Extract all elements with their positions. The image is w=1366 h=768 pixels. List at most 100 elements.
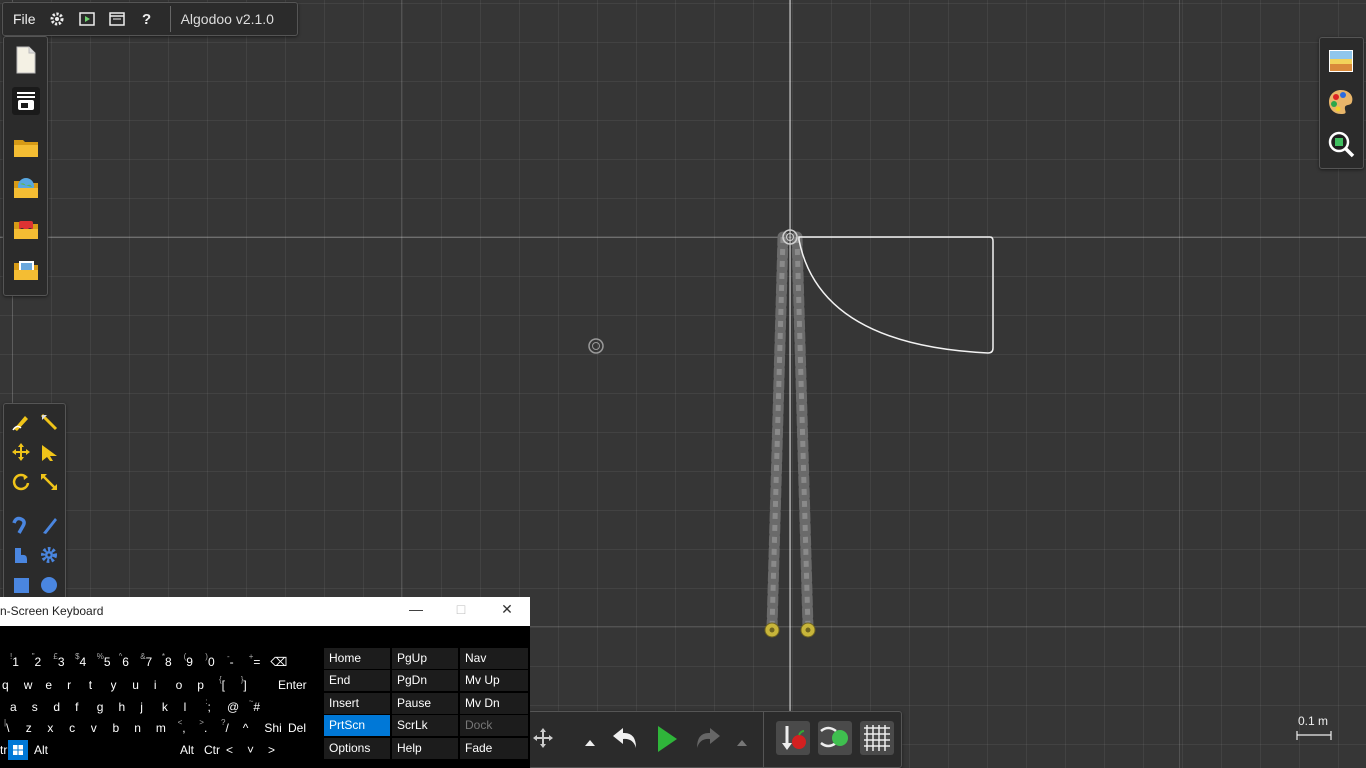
drag-tool-icon[interactable]: [39, 442, 59, 462]
osk-key[interactable]: ˅: [247, 740, 267, 760]
redo-icon[interactable]: [694, 724, 722, 752]
osk-key[interactable]: r: [67, 675, 88, 695]
rope-right[interactable]: [791, 231, 814, 634]
osk-key[interactable]: m: [155, 718, 176, 738]
osk-key[interactable]: +=: [248, 652, 269, 672]
osk-key[interactable]: q: [2, 675, 22, 695]
osk-key[interactable]: {[: [219, 675, 239, 695]
osk-key[interactable]: Shi: [264, 718, 287, 738]
open-gallery-icon[interactable]: [12, 256, 40, 284]
osk-nav-key[interactable]: Pause: [392, 692, 458, 714]
osk-key[interactable]: "2: [31, 652, 52, 672]
osk-key[interactable]: j: [140, 697, 161, 717]
zoom-search-icon[interactable]: [1327, 130, 1355, 158]
rope-left[interactable]: [766, 231, 789, 634]
open-phunlets-icon[interactable]: [12, 215, 40, 243]
osk-key[interactable]: x: [47, 718, 68, 738]
osk-key[interactable]: ~#: [248, 697, 269, 717]
osk-key[interactable]: n: [134, 718, 155, 738]
osk-key[interactable]: ^6: [118, 652, 139, 672]
file-menu[interactable]: File: [7, 11, 42, 27]
osk-nav-key[interactable]: Options: [324, 737, 390, 759]
expand-up-icon[interactable]: [736, 733, 748, 746]
osk-key[interactable]: u: [132, 675, 153, 695]
center-marker[interactable]: [588, 338, 604, 354]
osk-nav-key[interactable]: Fade: [460, 737, 528, 759]
sketch-tool-icon[interactable]: [11, 412, 31, 432]
osk-nav-key[interactable]: End: [324, 670, 390, 692]
scale-tool-icon[interactable]: [39, 472, 59, 492]
osk-key[interactable]: %5: [96, 652, 117, 672]
osk-nav-key[interactable]: Home: [324, 648, 390, 669]
new-scene-icon[interactable]: [12, 46, 40, 74]
osk-key[interactable]: <,: [177, 718, 198, 738]
air-friction-icon[interactable]: [818, 721, 852, 755]
shape-outline[interactable]: [798, 236, 994, 354]
box-tool-icon[interactable]: [11, 575, 31, 595]
osk-key[interactable]: >: [268, 740, 288, 760]
osk-key[interactable]: g: [96, 697, 117, 717]
osk-key[interactable]: b: [112, 718, 133, 738]
osk-key[interactable]: :;: [205, 697, 226, 717]
rope-tool-icon[interactable]: [11, 515, 31, 535]
osk-key[interactable]: v: [90, 718, 111, 738]
osk-key[interactable]: d: [53, 697, 74, 717]
osk-key[interactable]: s: [31, 697, 52, 717]
osk-key[interactable]: o: [175, 675, 196, 695]
osk-key[interactable]: Del: [288, 718, 312, 738]
settings-icon[interactable]: [49, 11, 65, 27]
osk-nav-key[interactable]: Dock: [460, 715, 528, 737]
gear-tool-icon[interactable]: [39, 545, 59, 565]
play-icon[interactable]: [653, 724, 681, 754]
osk-key[interactable]: (9: [183, 652, 204, 672]
osk-nav-key[interactable]: PgDn: [392, 670, 458, 692]
open-globe-icon[interactable]: [12, 174, 40, 202]
knife-tool-icon[interactable]: [39, 515, 59, 535]
circle-tool-icon[interactable]: [39, 575, 59, 595]
osk-key[interactable]: $4: [75, 652, 96, 672]
osk-key[interactable]: l: [183, 697, 204, 717]
grid-icon[interactable]: [860, 721, 894, 755]
osk-key[interactable]: k: [161, 697, 182, 717]
pan-icon[interactable]: [531, 726, 555, 750]
osk-key[interactable]: e: [45, 675, 66, 695]
osk-nav-key[interactable]: Insert: [324, 692, 390, 714]
minimize-icon[interactable]: —: [406, 601, 426, 621]
gravity-icon[interactable]: [776, 721, 810, 755]
osk-key[interactable]: |\: [4, 718, 24, 738]
osk-key[interactable]: &7: [140, 652, 161, 672]
rope-anchor-left[interactable]: [764, 622, 780, 638]
palette-icon[interactable]: [1327, 88, 1355, 116]
undo-icon[interactable]: [611, 724, 639, 752]
window-icon[interactable]: [108, 11, 125, 27]
osk-key[interactable]: ⌫: [270, 652, 291, 672]
osk-key[interactable]: Ctr: [204, 740, 224, 760]
osk-key[interactable]: Alt: [34, 740, 74, 760]
osk-nav-key[interactable]: Help: [392, 737, 458, 759]
osk-key[interactable]: !1: [10, 652, 30, 672]
osk-key[interactable]: )0: [205, 652, 226, 672]
osk-key[interactable]: Alt: [180, 740, 200, 760]
osk-key[interactable]: <: [226, 740, 246, 760]
close-icon[interactable]: ✕: [497, 601, 517, 621]
maximize-icon[interactable]: □: [451, 601, 471, 621]
osk-nav-key[interactable]: PrtScn: [324, 715, 390, 737]
polygon-tool-icon[interactable]: [11, 545, 31, 565]
osk-key[interactable]: }]: [240, 675, 261, 695]
osk-key[interactable]: f: [75, 697, 96, 717]
osk-key[interactable]: >.: [199, 718, 220, 738]
osk-key[interactable]: --: [227, 652, 247, 672]
osk-key[interactable]: ^: [242, 718, 263, 738]
osk-nav-key[interactable]: Mv Dn: [460, 692, 528, 714]
windows-key-icon[interactable]: [8, 740, 28, 760]
osk-nav-key[interactable]: Nav: [460, 648, 528, 669]
move-tool-icon[interactable]: [11, 442, 31, 462]
osk-key[interactable]: ?/: [221, 718, 241, 738]
scene-list-icon[interactable]: [12, 87, 40, 115]
osk-key[interactable]: y: [110, 675, 131, 695]
osk-nav-key[interactable]: Mv Up: [460, 670, 528, 692]
osk-key[interactable]: i: [153, 675, 174, 695]
osk-key[interactable]: @: [227, 697, 247, 717]
osk-key[interactable]: h: [118, 697, 139, 717]
rope-anchor-right[interactable]: [800, 622, 816, 638]
